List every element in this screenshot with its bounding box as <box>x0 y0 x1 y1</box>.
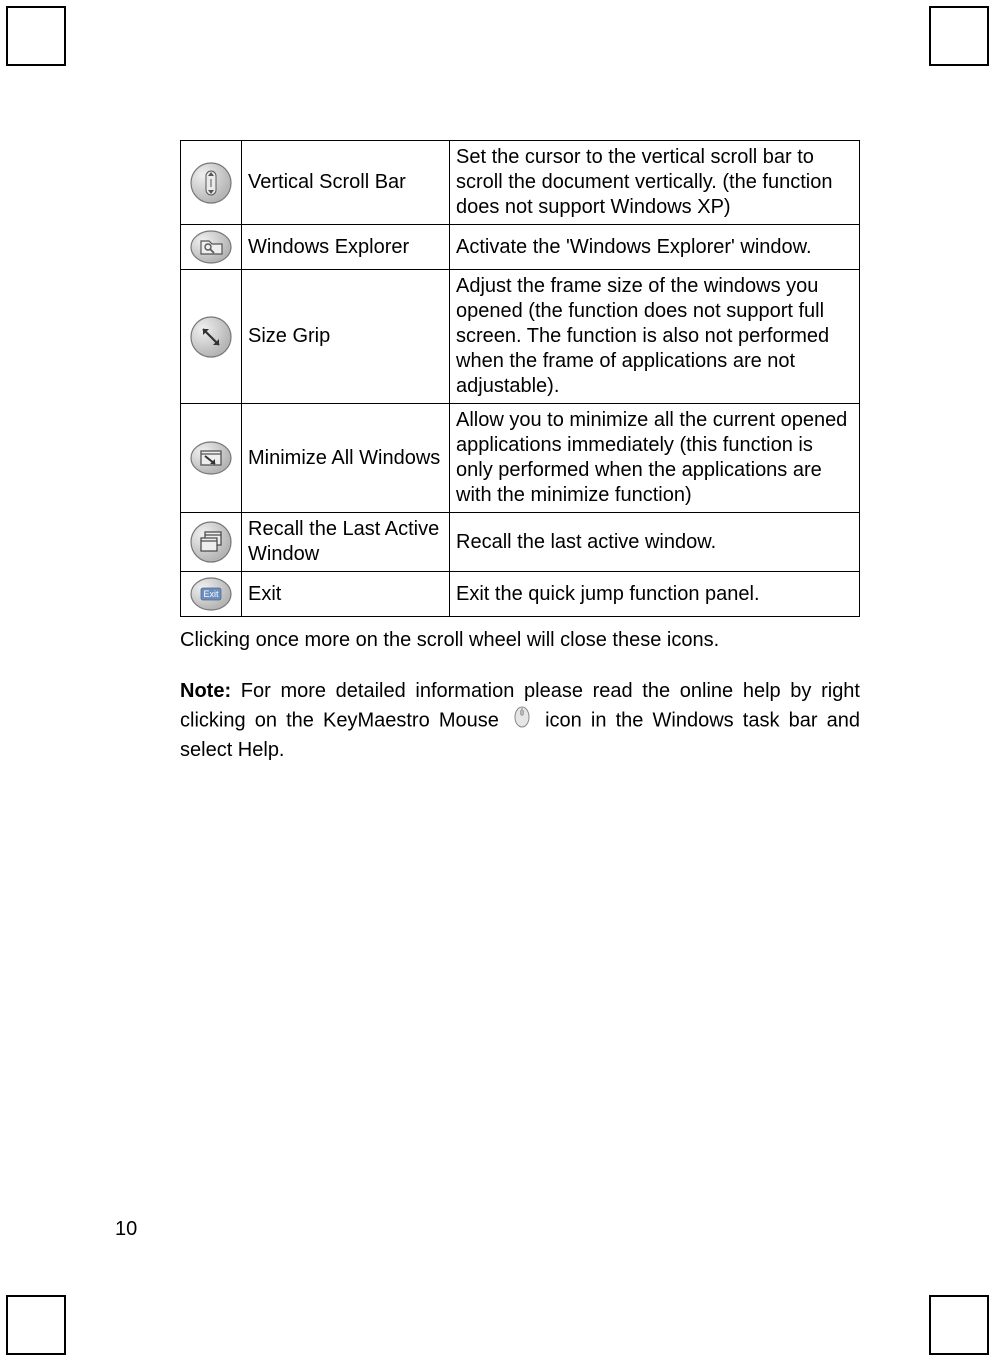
size-grip-icon <box>183 315 239 359</box>
icon-cell <box>181 270 242 404</box>
table-row: Recall the Last Active Window Recall the… <box>181 513 860 572</box>
icon-cell <box>181 513 242 572</box>
icon-cell <box>181 225 242 270</box>
function-description: Recall the last active window. <box>450 513 860 572</box>
function-name: Vertical Scroll Bar <box>242 141 450 225</box>
functions-table: Vertical Scroll Bar Set the cursor to th… <box>180 140 860 617</box>
table-row: Minimize All Windows Allow you to minimi… <box>181 404 860 513</box>
table-row: Size Grip Adjust the frame size of the w… <box>181 270 860 404</box>
note-label: Note: <box>180 680 231 702</box>
table-row: Vertical Scroll Bar Set the cursor to th… <box>181 141 860 225</box>
minimize-all-windows-icon <box>183 440 239 476</box>
closing-sentence: Clicking once more on the scroll wheel w… <box>180 627 860 654</box>
crop-mark-top-left <box>6 6 66 66</box>
crop-mark-bottom-right <box>929 1295 989 1355</box>
vertical-scroll-bar-icon <box>183 161 239 205</box>
icon-cell: Exit <box>181 572 242 617</box>
exit-icon: Exit <box>183 576 239 612</box>
content-area: Vertical Scroll Bar Set the cursor to th… <box>180 140 860 764</box>
table-row: Exit Exit Exit the quick jump function p… <box>181 572 860 617</box>
function-name: Windows Explorer <box>242 225 450 270</box>
function-name: Size Grip <box>242 270 450 404</box>
function-description: Exit the quick jump function panel. <box>450 572 860 617</box>
function-description: Set the cursor to the vertical scroll ba… <box>450 141 860 225</box>
windows-explorer-icon <box>183 229 239 265</box>
function-name: Exit <box>242 572 450 617</box>
function-description: Activate the 'Windows Explorer' window. <box>450 225 860 270</box>
recall-last-active-window-icon <box>183 520 239 564</box>
function-name: Minimize All Windows <box>242 404 450 513</box>
keymaestro-mouse-icon <box>512 705 532 737</box>
exit-icon-label: Exit <box>203 589 219 599</box>
crop-mark-top-right <box>929 6 989 66</box>
note-paragraph: Note: For more detailed information plea… <box>180 678 860 764</box>
page: Vertical Scroll Bar Set the cursor to th… <box>0 0 995 1361</box>
function-description: Adjust the frame size of the windows you… <box>450 270 860 404</box>
crop-mark-bottom-left <box>6 1295 66 1355</box>
table-row: Windows Explorer Activate the 'Windows E… <box>181 225 860 270</box>
page-number: 10 <box>115 1218 137 1241</box>
icon-cell <box>181 141 242 225</box>
function-name: Recall the Last Active Window <box>242 513 450 572</box>
icon-cell <box>181 404 242 513</box>
function-description: Allow you to minimize all the current op… <box>450 404 860 513</box>
